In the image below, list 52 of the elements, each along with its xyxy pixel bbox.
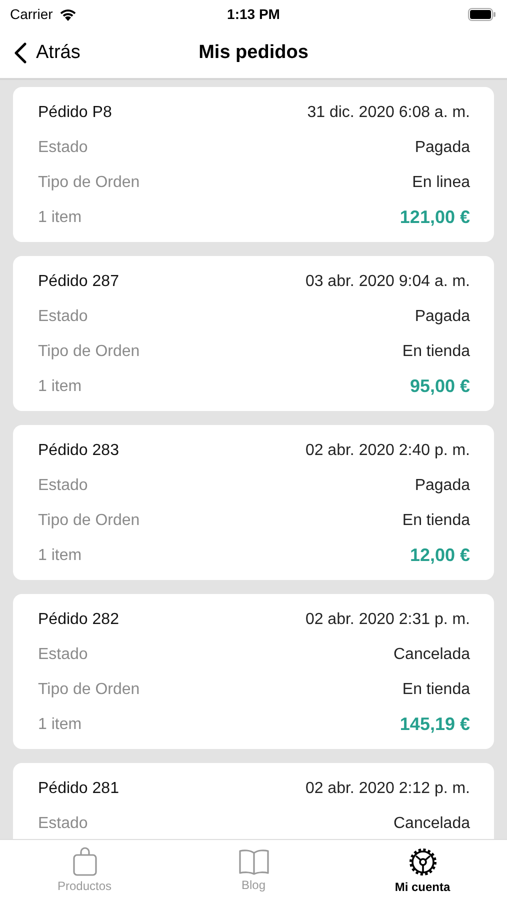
field-label: Estado: [38, 646, 88, 664]
order-number: Pédido 283: [38, 442, 119, 460]
field-value: Pagada: [414, 138, 470, 156]
field-value: Cancelada: [394, 814, 470, 832]
carrier-label: Carrier: [10, 6, 53, 22]
back-button[interactable]: Atrás: [0, 42, 80, 64]
order-card[interactable]: Pédido 281 02 abr. 2020 2:12 p. m. Estado Cancelada: [13, 763, 494, 839]
gear-icon: [406, 846, 438, 878]
field-value: Pagada: [414, 476, 470, 494]
battery-icon: [468, 8, 496, 20]
order-date: 02 abr. 2020 2:12 p. m.: [305, 780, 470, 798]
order-total: 145,19 €: [400, 714, 470, 735]
order-total: 12,00 €: [410, 545, 470, 566]
field-value: En linea: [412, 174, 470, 192]
field-value: En tienda: [402, 512, 470, 530]
tab-item[interactable]: Mi cuenta: [338, 840, 507, 900]
item-count: 1 item: [38, 208, 82, 226]
item-count: 1 item: [38, 716, 82, 734]
field-value: Pagada: [414, 308, 470, 326]
field-value: En tienda: [402, 342, 470, 360]
order-number: Pédido P8: [38, 104, 112, 122]
chevron-left-icon: [14, 42, 28, 64]
order-number: Pédido 281: [38, 780, 119, 798]
field-label: Estado: [38, 814, 88, 832]
order-total: 121,00 €: [400, 207, 470, 228]
item-count: 1 item: [38, 378, 82, 396]
field-label: Estado: [38, 308, 88, 326]
field-label: Tipo de Orden: [38, 342, 140, 360]
order-total: 95,00 €: [410, 376, 470, 397]
field-value: En tienda: [402, 680, 470, 698]
page-title: Mis pedidos: [198, 42, 310, 64]
bag-icon: [72, 847, 98, 877]
field-label: Tipo de Orden: [38, 174, 140, 192]
field-label: Estado: [38, 138, 88, 156]
field-label: Tipo de Orden: [38, 680, 140, 698]
order-card[interactable]: Pédido 283 02 abr. 2020 2:40 p. m. Estado Pagada Tipo de Orden En tienda 1 item 12,00 €: [13, 425, 494, 580]
field-label: Tipo de Orden: [38, 512, 140, 530]
order-date: 02 abr. 2020 2:40 p. m.: [305, 442, 470, 460]
field-value: Cancelada: [394, 646, 470, 664]
order-card[interactable]: Pédido 287 03 abr. 2020 9:04 a. m. Estado Pagada Tipo de Orden En tienda 1 item 95,00 €: [13, 256, 494, 411]
order-date: 03 abr. 2020 9:04 a. m.: [305, 272, 470, 290]
item-count: 1 item: [38, 546, 82, 564]
order-number: Pédido 282: [38, 610, 119, 628]
order-card[interactable]: Pédido P8 31 dic. 2020 6:08 a. m. Estado Pagada Tipo de Orden En linea 1 item 121,00 €: [13, 87, 494, 242]
field-label: Estado: [38, 476, 88, 494]
order-card[interactable]: Pédido 282 02 abr. 2020 2:31 p. m. Estado Cancelada Tipo de Orden En tienda 1 item 145,19 €: [13, 594, 494, 749]
order-date: 31 dic. 2020 6:08 a. m.: [307, 104, 470, 122]
book-icon: [238, 848, 270, 876]
order-date: 02 abr. 2020 2:31 p. m.: [305, 610, 470, 628]
wifi-icon: [58, 8, 77, 20]
clock-time: 1:13 PM: [226, 6, 281, 22]
order-number: Pédido 287: [38, 272, 119, 290]
